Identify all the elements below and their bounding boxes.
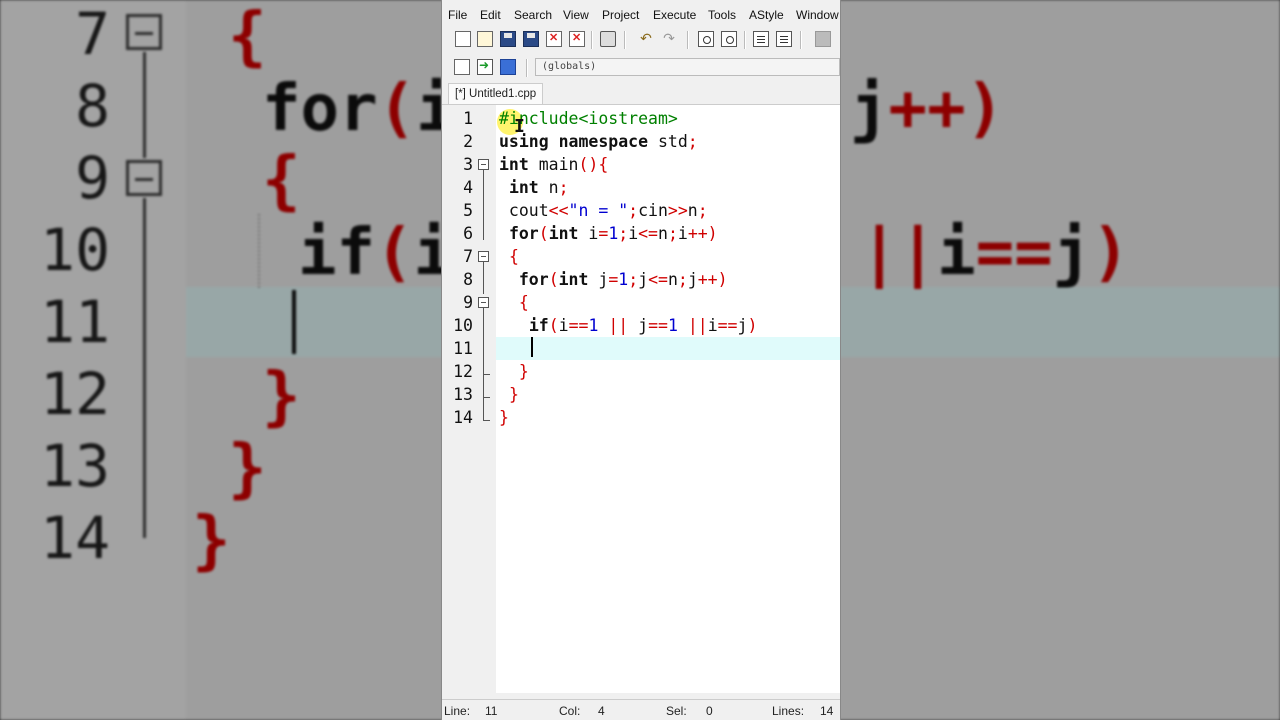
menu-bar: File Edit Search View Project Execute To…: [442, 4, 840, 26]
toggle-bookmark-icon[interactable]: [815, 31, 831, 47]
find-icon[interactable]: [698, 31, 714, 47]
code-line-3: int main(){: [499, 155, 609, 174]
fold-toggle-icon[interactable]: [478, 159, 489, 170]
status-col-value: 4: [598, 704, 605, 718]
line-number: 6: [463, 224, 473, 243]
status-col-label: Col:: [559, 704, 581, 718]
line-number: 11: [453, 339, 473, 358]
status-sel-label: Sel:: [666, 704, 687, 718]
toolbar-separator: [744, 31, 746, 49]
code-line-9: {: [518, 293, 529, 312]
code-editor[interactable]: 1 2 3 4 5 6 7 8 9 10 11 12 13 14 #includ…: [442, 105, 840, 693]
goto-icon[interactable]: [477, 58, 493, 75]
fold-line: [483, 262, 484, 294]
line-number: 12: [453, 362, 473, 381]
status-lines-value: 14: [820, 704, 834, 718]
menu-execute[interactable]: Execute: [653, 8, 696, 22]
code-line-1: #include<iostream>: [499, 109, 678, 128]
code-line-6: for(int i=1;i<=n;i++): [508, 224, 718, 243]
fold-toggle-icon[interactable]: [478, 297, 489, 308]
code-line-8: for(int j=1;j<=n;j++): [518, 270, 728, 289]
toolbar-separator: [591, 31, 593, 49]
fold-line: [483, 170, 484, 240]
editor-tabs: [*] Untitled1.cpp: [442, 82, 840, 105]
close-all-icon[interactable]: [569, 31, 585, 47]
tab-untitled1[interactable]: [*] Untitled1.cpp: [448, 83, 544, 104]
status-lines-label: Lines:: [772, 704, 805, 718]
open-file-icon[interactable]: [477, 31, 493, 47]
status-sel-value: 0: [706, 704, 713, 718]
line-number: 8: [463, 270, 473, 289]
print-icon[interactable]: [600, 31, 616, 47]
replace-icon[interactable]: [721, 31, 737, 47]
line-number: 3: [463, 155, 473, 174]
menu-project[interactable]: Project: [602, 8, 639, 22]
code-line-14: }: [499, 408, 509, 427]
class-toolbar: (globals): [442, 55, 840, 81]
code-line-10: if(i==1 || j==1 ||i==j): [528, 316, 758, 335]
close-file-icon[interactable]: [546, 31, 562, 47]
code-line-5: cout<<"n = ";cin>>n;: [499, 201, 708, 220]
code-line-12: }: [518, 362, 529, 381]
status-bar: Line: 11 Col: 4 Sel: 0 Lines: 14: [442, 699, 840, 720]
indent-icon[interactable]: [753, 31, 769, 47]
line-number: 14: [453, 408, 473, 427]
toolbar-separator: [687, 31, 689, 49]
class-browser-icon[interactable]: [500, 59, 516, 75]
undo-icon[interactable]: ↶: [638, 31, 654, 47]
line-number: 7: [463, 247, 473, 266]
code-line-13: }: [508, 385, 519, 404]
ide-window: File Edit Search View Project Execute To…: [441, 0, 841, 720]
current-line-highlight: [496, 337, 840, 360]
fold-end: [483, 374, 490, 375]
menu-search[interactable]: Search: [514, 8, 552, 22]
status-line-value: 11: [485, 704, 498, 718]
fold-end: [483, 420, 490, 421]
toolbar-separator: [624, 31, 626, 49]
mouse-ibeam-icon: I: [514, 116, 525, 137]
fold-line: [483, 308, 484, 420]
line-number: 13: [453, 385, 473, 404]
code-line-4: int n;: [508, 178, 569, 197]
toolbar-separator: [800, 31, 802, 49]
save-all-icon[interactable]: [523, 31, 539, 47]
menu-view[interactable]: View: [563, 8, 589, 22]
code-line-7: {: [508, 247, 519, 266]
line-number: 5: [463, 201, 473, 220]
menu-edit[interactable]: Edit: [480, 8, 501, 22]
unindent-icon[interactable]: [776, 31, 792, 47]
line-number: 1: [463, 109, 473, 128]
menu-astyle[interactable]: AStyle: [749, 8, 784, 22]
project-icon[interactable]: [454, 59, 470, 75]
fold-toggle-icon[interactable]: [478, 251, 489, 262]
line-number: 10: [453, 316, 473, 335]
redo-icon[interactable]: ↷: [661, 31, 677, 47]
new-file-icon[interactable]: [455, 31, 471, 47]
line-number: 4: [463, 178, 473, 197]
code-line-2: using namespace std;: [499, 132, 698, 151]
menu-tools[interactable]: Tools: [708, 8, 736, 22]
status-line-label: Line:: [444, 704, 471, 718]
main-toolbar: ↶ ↷: [442, 27, 840, 53]
text-caret: [531, 337, 533, 357]
line-number: 2: [463, 132, 473, 151]
menu-window[interactable]: Window: [796, 8, 839, 22]
toolbar-separator: [526, 59, 528, 77]
scope-dropdown[interactable]: (globals): [535, 58, 840, 76]
save-icon[interactable]: [500, 31, 516, 47]
fold-end: [483, 397, 490, 398]
line-number: 9: [463, 293, 473, 312]
menu-file[interactable]: File: [448, 8, 467, 22]
